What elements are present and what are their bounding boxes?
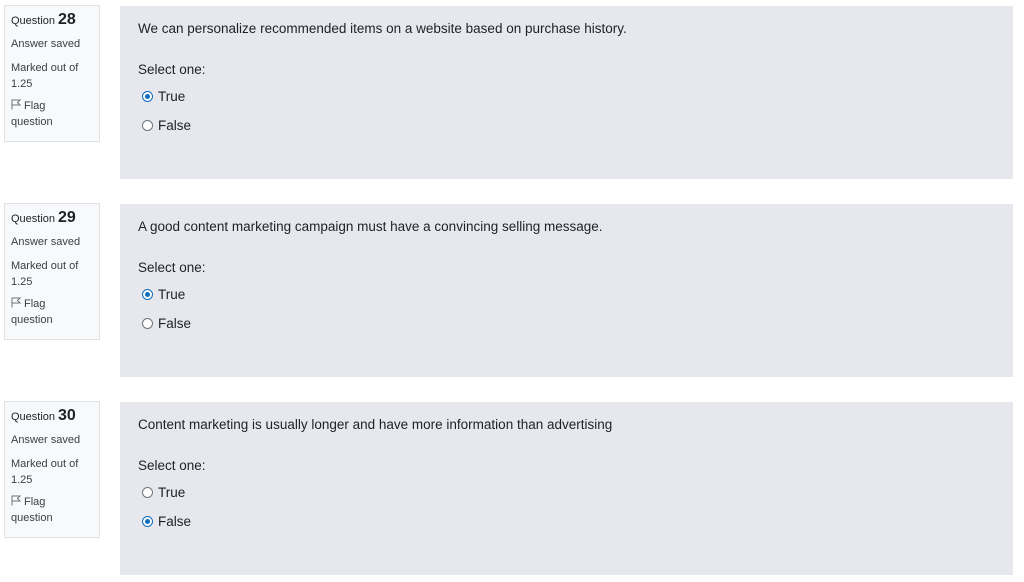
radio-false[interactable] (142, 516, 153, 527)
answer-prompt: Select one: (138, 458, 206, 473)
flag-label-2: question (11, 314, 53, 326)
question-label: Question (11, 15, 56, 27)
grade-value: 1.25 (11, 276, 33, 288)
grade-label: Marked out of (11, 62, 79, 74)
question-label: Question (11, 213, 56, 225)
grade-value: 1.25 (11, 474, 33, 486)
question-grade: Marked out of 1.25 (11, 456, 93, 488)
answer-option-false[interactable]: False (138, 111, 995, 140)
question-content: Content marketing is usually longer and … (120, 402, 1013, 575)
option-label-false[interactable]: False (158, 316, 191, 331)
question-29: Question 29 Answer saved Marked out of 1… (0, 198, 1024, 377)
answer-option-false[interactable]: False (138, 309, 995, 338)
question-30: Question 30 Answer saved Marked out of 1… (0, 396, 1024, 575)
question-info: Question 28 Answer saved Marked out of 1… (4, 5, 100, 142)
question-content: We can personalize recommended items on … (120, 6, 1013, 179)
flag-label-2: question (11, 512, 53, 524)
question-info: Question 30 Answer saved Marked out of 1… (4, 401, 100, 538)
flag-icon (11, 99, 21, 110)
question-number-value: 29 (58, 209, 76, 226)
option-label-false[interactable]: False (158, 514, 191, 529)
answer-prompt: Select one: (138, 260, 206, 275)
answer-prompt: Select one: (138, 62, 206, 77)
flag-icon (11, 495, 21, 506)
question-number-value: 28 (58, 11, 76, 28)
question-text: A good content marketing campaign must h… (138, 219, 603, 234)
question-state: Answer saved (11, 236, 81, 248)
question-grade: Marked out of 1.25 (11, 60, 93, 92)
radio-true[interactable] (142, 91, 153, 102)
question-content: A good content marketing campaign must h… (120, 204, 1013, 377)
option-label-true[interactable]: True (158, 485, 185, 500)
flag-label: Flag (24, 100, 46, 112)
radio-false[interactable] (142, 318, 153, 329)
question-state: Answer saved (11, 434, 81, 446)
question-number: Question 28 (11, 12, 93, 34)
answer-options: True False (138, 478, 995, 536)
grade-label: Marked out of (11, 458, 79, 470)
question-state: Answer saved (11, 38, 81, 50)
radio-false[interactable] (142, 120, 153, 131)
question-number-value: 30 (58, 407, 76, 424)
question-grade: Marked out of 1.25 (11, 258, 93, 290)
question-number: Question 29 (11, 210, 93, 232)
flag-question-link[interactable]: Flag question (11, 494, 93, 526)
grade-label: Marked out of (11, 260, 79, 272)
question-text: We can personalize recommended items on … (138, 21, 627, 36)
answer-option-false[interactable]: False (138, 507, 995, 536)
flag-question-link[interactable]: Flag question (11, 296, 93, 328)
question-label: Question (11, 411, 56, 423)
question-28: Question 28 Answer saved Marked out of 1… (0, 0, 1024, 179)
radio-true[interactable] (142, 487, 153, 498)
question-info: Question 29 Answer saved Marked out of 1… (4, 203, 100, 340)
option-label-false[interactable]: False (158, 118, 191, 133)
flag-label: Flag (24, 298, 46, 310)
question-text: Content marketing is usually longer and … (138, 417, 613, 432)
flag-label: Flag (24, 496, 46, 508)
answer-option-true[interactable]: True (138, 478, 995, 507)
option-label-true[interactable]: True (158, 287, 185, 302)
answer-options: True False (138, 82, 995, 140)
answer-options: True False (138, 280, 995, 338)
answer-option-true[interactable]: True (138, 82, 995, 111)
answer-option-true[interactable]: True (138, 280, 995, 309)
radio-true[interactable] (142, 289, 153, 300)
flag-icon (11, 297, 21, 308)
grade-value: 1.25 (11, 78, 33, 90)
flag-question-link[interactable]: Flag question (11, 98, 93, 130)
flag-label-2: question (11, 116, 53, 128)
question-number: Question 30 (11, 408, 93, 430)
option-label-true[interactable]: True (158, 89, 185, 104)
